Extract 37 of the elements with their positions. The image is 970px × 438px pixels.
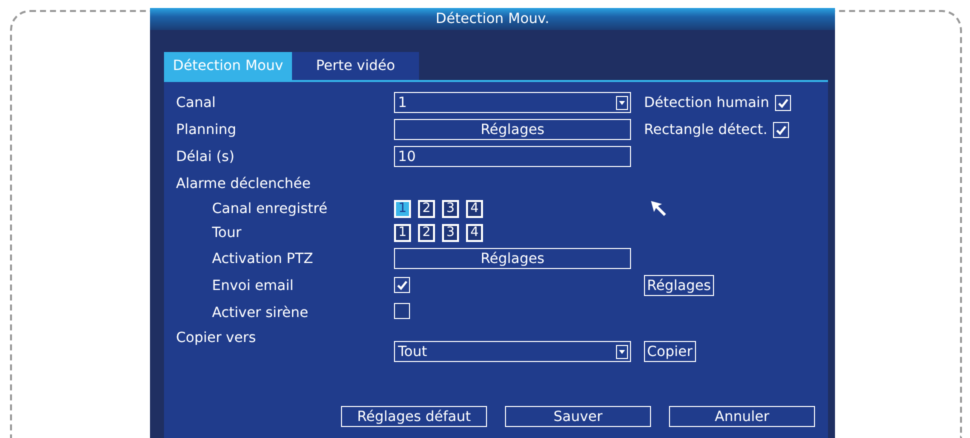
field-label: Délai (s) [176, 148, 236, 164]
field-label: Canal enregistré [211, 201, 328, 217]
dialog-button[interactable]: Réglages défaut [341, 406, 487, 427]
dialog-button[interactable]: Sauver [505, 406, 651, 427]
channel-toggle[interactable]: 3 [442, 200, 459, 218]
settings-button[interactable]: Réglages [644, 275, 714, 296]
field-label: Activer sirène [211, 304, 310, 320]
channel-toggle[interactable]: 1 [394, 200, 411, 218]
window-title: Détection Mouv. [150, 8, 835, 30]
channel-dropdown[interactable]: 1 [394, 92, 631, 113]
field-label: Canal [176, 94, 217, 110]
checkbox[interactable] [394, 302, 410, 318]
checkbox[interactable] [394, 277, 410, 293]
channel-toggle[interactable]: 2 [418, 224, 435, 242]
settings-button[interactable]: Réglages [394, 119, 631, 140]
section-label: Alarme déclenchée [176, 176, 312, 192]
dialog-button[interactable]: Annuler [669, 406, 815, 427]
channel-toggle[interactable]: 1 [394, 224, 411, 242]
field-label: Tour [211, 225, 242, 241]
channel-toggle[interactable]: 4 [466, 200, 483, 218]
tab[interactable]: Perte vidéo [292, 52, 419, 80]
channel-toggle[interactable]: 3 [442, 224, 459, 242]
checkbox[interactable] [773, 122, 790, 138]
checkbox[interactable] [775, 94, 792, 110]
settings-button[interactable]: Réglages [394, 248, 631, 269]
channel-toggle[interactable]: 4 [466, 224, 483, 242]
field-label: Copier vers [176, 330, 257, 346]
checkbox-label: Détection humain [644, 94, 770, 110]
field-label: Activation PTZ [211, 250, 314, 266]
delay-input[interactable]: 10 [394, 146, 631, 167]
mouse-cursor-icon [650, 200, 668, 218]
field-label: Planning [176, 122, 238, 138]
copy-button[interactable]: Copier [644, 341, 696, 362]
field-label: Envoi email [211, 278, 295, 294]
checkbox-label: Rectangle détect. [644, 122, 768, 138]
channel-toggle[interactable]: 2 [418, 200, 435, 218]
copy-dropdown[interactable]: Tout [394, 341, 631, 362]
